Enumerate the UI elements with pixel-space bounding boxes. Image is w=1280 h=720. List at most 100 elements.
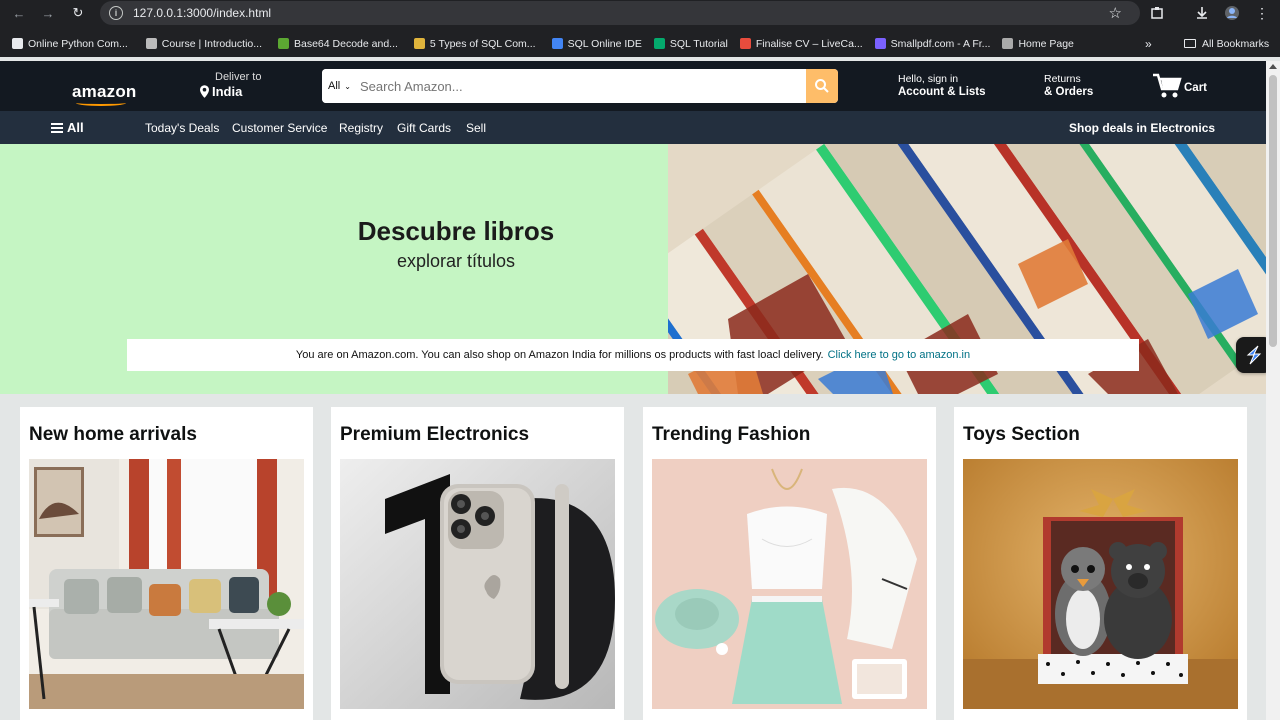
bookmark-label: Smallpdf.com - A Fr... xyxy=(890,37,991,50)
card-premium-electronics[interactable]: Premium Electronics xyxy=(331,407,624,720)
hero-title: Descubre libros xyxy=(357,216,555,246)
returns-orders[interactable]: Returns & Orders xyxy=(1044,73,1093,99)
toys-image[interactable] xyxy=(963,459,1238,709)
cart-icon xyxy=(1153,73,1182,98)
all-menu-label: All xyxy=(67,120,84,135)
bookmark-item[interactable]: Course | Introductio... xyxy=(145,37,262,50)
bookmark-favicon-icon xyxy=(1002,38,1014,49)
bookmark-label: Base64 Decode and... xyxy=(294,37,398,50)
bookmark-favicon-icon xyxy=(551,38,563,49)
deliver-to[interactable]: Deliver to India xyxy=(200,71,261,99)
bookmark-label: SQL Online IDE xyxy=(567,37,642,50)
bookmark-item[interactable]: Online Python Com... xyxy=(12,38,128,50)
bookmark-item[interactable]: Home Page xyxy=(1002,37,1074,50)
nav-customer-service[interactable]: Customer Service xyxy=(232,121,327,135)
search-bar: All ⌄ xyxy=(322,69,838,103)
nav-todays-deals[interactable]: Today's Deals xyxy=(145,121,219,135)
card-home-arrivals[interactable]: New home arrivals xyxy=(20,407,313,720)
all-menu-button[interactable]: All xyxy=(51,120,84,135)
hero-text: Descubre libros explorar títulos xyxy=(300,216,612,272)
search-button[interactable] xyxy=(806,69,838,103)
bookmarks-bar: Online Python Com... Course | Introducti… xyxy=(0,30,1280,57)
deliver-label: Deliver to xyxy=(215,71,262,83)
scrollbar-thumb[interactable] xyxy=(1269,75,1277,347)
bookmark-favicon-icon xyxy=(413,38,425,49)
site-info-icon[interactable]: i xyxy=(109,6,123,20)
nav-gift-cards[interactable]: Gift Cards xyxy=(397,121,451,135)
region-notice: You are on Amazon.com. You can also shop… xyxy=(127,339,1139,371)
all-bookmarks-label: All Bookmarks xyxy=(1202,37,1270,50)
browser-toolbar: ← → ↻ i 127.0.0.1:3000/index.html ☆ ⋮ xyxy=(0,0,1280,26)
hero-subtitle: explorar títulos xyxy=(396,251,516,271)
bookmark-star-icon[interactable]: ☆ xyxy=(1109,4,1122,22)
hamburger-icon xyxy=(51,122,63,133)
bookmark-label: Finalise CV – LiveCa... xyxy=(755,37,863,50)
bookmark-favicon-icon xyxy=(145,38,157,49)
nav-registry[interactable]: Registry xyxy=(339,121,383,135)
back-icon[interactable]: ← xyxy=(4,0,34,26)
hero-banner[interactable]: Descubre libros explorar títulos You are… xyxy=(0,144,1266,394)
url-text: 127.0.0.1:3000/index.html xyxy=(133,6,272,20)
bookmark-favicon-icon xyxy=(278,38,289,49)
card-title: Trending Fashion xyxy=(652,424,811,445)
download-icon[interactable] xyxy=(1188,0,1216,26)
bookmark-item[interactable]: SQL Tutorial xyxy=(653,38,728,50)
fashion-image[interactable] xyxy=(652,459,927,709)
amazon-navbar: amazon Deliver to India All⌄ Hello, sign… xyxy=(0,61,1266,111)
bookmarks-overflow-button[interactable]: » xyxy=(1145,30,1152,57)
bookmark-label: Course | Introductio... xyxy=(161,37,262,50)
card-title: Premium Electronics xyxy=(340,424,530,445)
chevron-down-icon: ⌄ xyxy=(344,81,351,91)
bookmark-item[interactable]: 5 Types of SQL Com... xyxy=(413,37,536,50)
deliver-location: India xyxy=(212,84,243,99)
bookmark-label: 5 Types of SQL Com... xyxy=(429,37,536,50)
iphone-image[interactable] xyxy=(340,459,615,709)
bookmark-item[interactable]: Base64 Decode and... xyxy=(278,38,398,50)
search-category-value: All xyxy=(328,80,341,92)
extension-logo-icon xyxy=(1246,345,1262,365)
bookmark-item[interactable]: SQL Online IDE xyxy=(551,37,642,50)
account-lists[interactable]: Hello, sign in Account & Lists xyxy=(898,73,986,99)
extensions-icon[interactable] xyxy=(1143,0,1171,26)
location-pin-icon xyxy=(200,85,209,98)
bookmark-favicon-icon xyxy=(12,38,23,49)
search-input[interactable] xyxy=(358,69,806,103)
bookmark-label: Home Page xyxy=(1018,37,1074,50)
folder-icon xyxy=(1184,39,1196,48)
scroll-up-icon[interactable] xyxy=(1269,64,1277,69)
product-cards: New home arrivals Premium Electronics Tr… xyxy=(0,394,1266,720)
logo-smile-icon xyxy=(76,100,126,106)
page-scrollbar[interactable] xyxy=(1266,61,1280,720)
address-bar[interactable]: i 127.0.0.1:3000/index.html ☆ xyxy=(100,1,1140,25)
menu-kebab-icon[interactable]: ⋮ xyxy=(1248,0,1276,26)
bookmark-item[interactable]: Smallpdf.com - A Fr... xyxy=(874,37,991,50)
returns-label: Returns xyxy=(1044,73,1081,85)
bookmark-label: Online Python Com... xyxy=(28,37,128,50)
account-label: Account & Lists xyxy=(898,86,986,98)
page-viewport: amazon Deliver to India All⌄ Hello, sign… xyxy=(0,61,1266,720)
search-category-select[interactable]: All ⌄ xyxy=(322,69,358,103)
all-bookmarks-button[interactable]: All Bookmarks xyxy=(1184,30,1269,57)
profile-avatar[interactable] xyxy=(1218,0,1246,26)
bookmark-item[interactable]: Finalise CV – LiveCa... xyxy=(739,37,863,50)
card-toys-section[interactable]: Toys Section xyxy=(954,407,1247,720)
reload-icon[interactable]: ↻ xyxy=(63,0,93,26)
card-trending-fashion[interactable]: Trending Fashion xyxy=(643,407,936,720)
shop-deals-electronics[interactable]: Shop deals in Electronics xyxy=(1069,121,1215,135)
amazon-in-link[interactable]: Click here to go to amazon.in xyxy=(828,349,970,361)
card-title: Toys Section xyxy=(963,424,1080,445)
card-title: New home arrivals xyxy=(29,424,197,445)
living-room-image[interactable] xyxy=(29,459,304,709)
search-icon xyxy=(815,79,829,93)
bookmark-favicon-icon xyxy=(739,38,751,49)
forward-icon[interactable]: → xyxy=(33,0,63,26)
amazon-logo[interactable]: amazon xyxy=(72,82,137,102)
notice-text: You are on Amazon.com. You can also shop… xyxy=(295,349,824,361)
cart-label: Cart xyxy=(1184,82,1208,94)
bookmark-favicon-icon xyxy=(653,38,665,49)
nav-sell[interactable]: Sell xyxy=(466,121,486,135)
cart-button[interactable]: Cart xyxy=(1152,73,1207,99)
floating-extension-button[interactable] xyxy=(1236,337,1266,373)
account-greeting: Hello, sign in xyxy=(898,73,959,85)
bookmark-favicon-icon xyxy=(874,38,886,49)
